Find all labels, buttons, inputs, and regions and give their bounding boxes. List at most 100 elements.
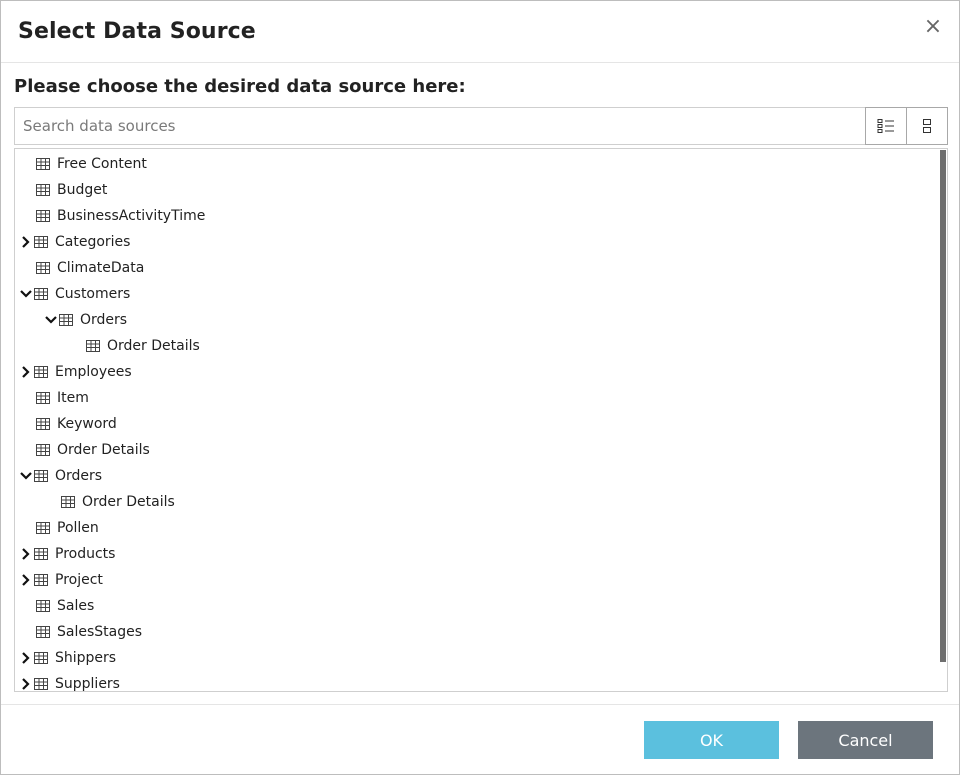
list-view-button[interactable] bbox=[865, 107, 907, 145]
tree-item[interactable]: Suppliers bbox=[19, 671, 939, 692]
table-icon bbox=[34, 236, 48, 248]
tree-item-label: Products bbox=[55, 546, 116, 562]
tree-item-label: BusinessActivityTime bbox=[57, 208, 206, 224]
compact-view-button[interactable] bbox=[906, 107, 948, 145]
table-icon bbox=[36, 444, 50, 456]
table-icon bbox=[34, 288, 48, 300]
table-icon bbox=[36, 522, 50, 534]
cancel-button[interactable]: Cancel bbox=[798, 721, 933, 759]
tree-item[interactable]: Shippers bbox=[19, 645, 939, 671]
table-icon bbox=[36, 626, 50, 638]
table-icon bbox=[34, 574, 48, 586]
table-icon bbox=[36, 158, 50, 170]
table-icon bbox=[34, 652, 48, 664]
tree-item[interactable]: Budget bbox=[19, 177, 939, 203]
tree-item-label: Employees bbox=[55, 364, 132, 380]
tree-item-label: Customers bbox=[55, 286, 131, 302]
search-input[interactable] bbox=[15, 108, 865, 144]
tree-item[interactable]: Order Details bbox=[19, 437, 939, 463]
tree-item[interactable]: Orders bbox=[19, 463, 939, 489]
table-icon bbox=[34, 366, 48, 378]
tree-item-label: Categories bbox=[55, 234, 131, 250]
tree-item[interactable]: Sales bbox=[19, 593, 939, 619]
search-bar bbox=[14, 107, 948, 145]
chevron-down-icon[interactable] bbox=[44, 313, 58, 327]
tree-item[interactable]: BusinessActivityTime bbox=[19, 203, 939, 229]
tree-item[interactable]: Categories bbox=[19, 229, 939, 255]
chevron-down-icon[interactable] bbox=[19, 469, 33, 483]
tree-item-label: SalesStages bbox=[57, 624, 143, 640]
tree-item[interactable]: Item bbox=[19, 385, 939, 411]
tree-item-label: Suppliers bbox=[55, 676, 120, 692]
data-source-tree: Free Content Budget BusinessActivityTime Ca… bbox=[14, 148, 948, 692]
dialog-title: Select Data Source bbox=[18, 19, 256, 44]
tree-item[interactable]: Order Details bbox=[69, 333, 947, 359]
chevron-right-icon[interactable] bbox=[19, 573, 33, 587]
dialog-subtitle: Please choose the desired data source he… bbox=[14, 76, 466, 97]
tree-item[interactable]: Order Details bbox=[44, 489, 947, 515]
tree-scrollbar[interactable] bbox=[940, 150, 946, 662]
chevron-right-icon[interactable] bbox=[19, 235, 33, 249]
tree-item-label: Order Details bbox=[107, 338, 200, 354]
tree-item[interactable]: Employees bbox=[19, 359, 939, 385]
tree-item-label: Keyword bbox=[57, 416, 117, 432]
select-data-source-dialog: Select Data Source × Please choose the d… bbox=[0, 0, 960, 775]
tree-item-label: Budget bbox=[57, 182, 108, 198]
chevron-right-icon[interactable] bbox=[19, 651, 33, 665]
chevron-right-icon[interactable] bbox=[19, 677, 33, 691]
chevron-down-icon[interactable] bbox=[19, 287, 33, 301]
table-icon bbox=[59, 314, 73, 326]
tree-item[interactable]: Pollen bbox=[19, 515, 939, 541]
close-icon[interactable]: × bbox=[923, 15, 943, 39]
tree-item-label: Order Details bbox=[57, 442, 150, 458]
tree-item[interactable]: Free Content bbox=[19, 151, 939, 177]
tree-item-label: Orders bbox=[80, 312, 128, 328]
table-icon bbox=[36, 210, 50, 222]
tree-item-label: Free Content bbox=[57, 156, 147, 172]
footer-divider bbox=[1, 704, 959, 705]
tree-item[interactable]: Customers bbox=[19, 281, 939, 307]
table-icon bbox=[36, 392, 50, 404]
tree-item-label: Order Details bbox=[82, 494, 175, 510]
tree-item[interactable]: ClimateData bbox=[19, 255, 939, 281]
table-icon bbox=[36, 418, 50, 430]
table-icon bbox=[36, 184, 50, 196]
compact-view-icon bbox=[923, 119, 931, 133]
tree-item[interactable]: Products bbox=[19, 541, 939, 567]
tree-item-label: Item bbox=[57, 390, 89, 406]
table-icon bbox=[34, 470, 48, 482]
dialog-titlebar: Select Data Source × bbox=[1, 1, 959, 63]
tree-item-label: ClimateData bbox=[57, 260, 145, 276]
tree-item[interactable]: Project bbox=[19, 567, 939, 593]
list-view-icon bbox=[877, 119, 894, 133]
table-icon bbox=[36, 262, 50, 274]
table-icon bbox=[36, 600, 50, 612]
tree-item-label: Sales bbox=[57, 598, 95, 614]
chevron-right-icon[interactable] bbox=[19, 547, 33, 561]
table-icon bbox=[86, 340, 100, 352]
table-icon bbox=[61, 496, 75, 508]
table-icon bbox=[34, 678, 48, 690]
tree-item-label: Pollen bbox=[57, 520, 99, 536]
tree-item[interactable]: Keyword bbox=[19, 411, 939, 437]
tree-item[interactable]: SalesStages bbox=[19, 619, 939, 645]
tree-item[interactable]: Orders bbox=[44, 307, 947, 333]
tree-item-label: Project bbox=[55, 572, 103, 588]
tree-item-label: Orders bbox=[55, 468, 103, 484]
chevron-right-icon[interactable] bbox=[19, 365, 33, 379]
table-icon bbox=[34, 548, 48, 560]
ok-button[interactable]: OK bbox=[644, 721, 779, 759]
tree-item-label: Shippers bbox=[55, 650, 117, 666]
